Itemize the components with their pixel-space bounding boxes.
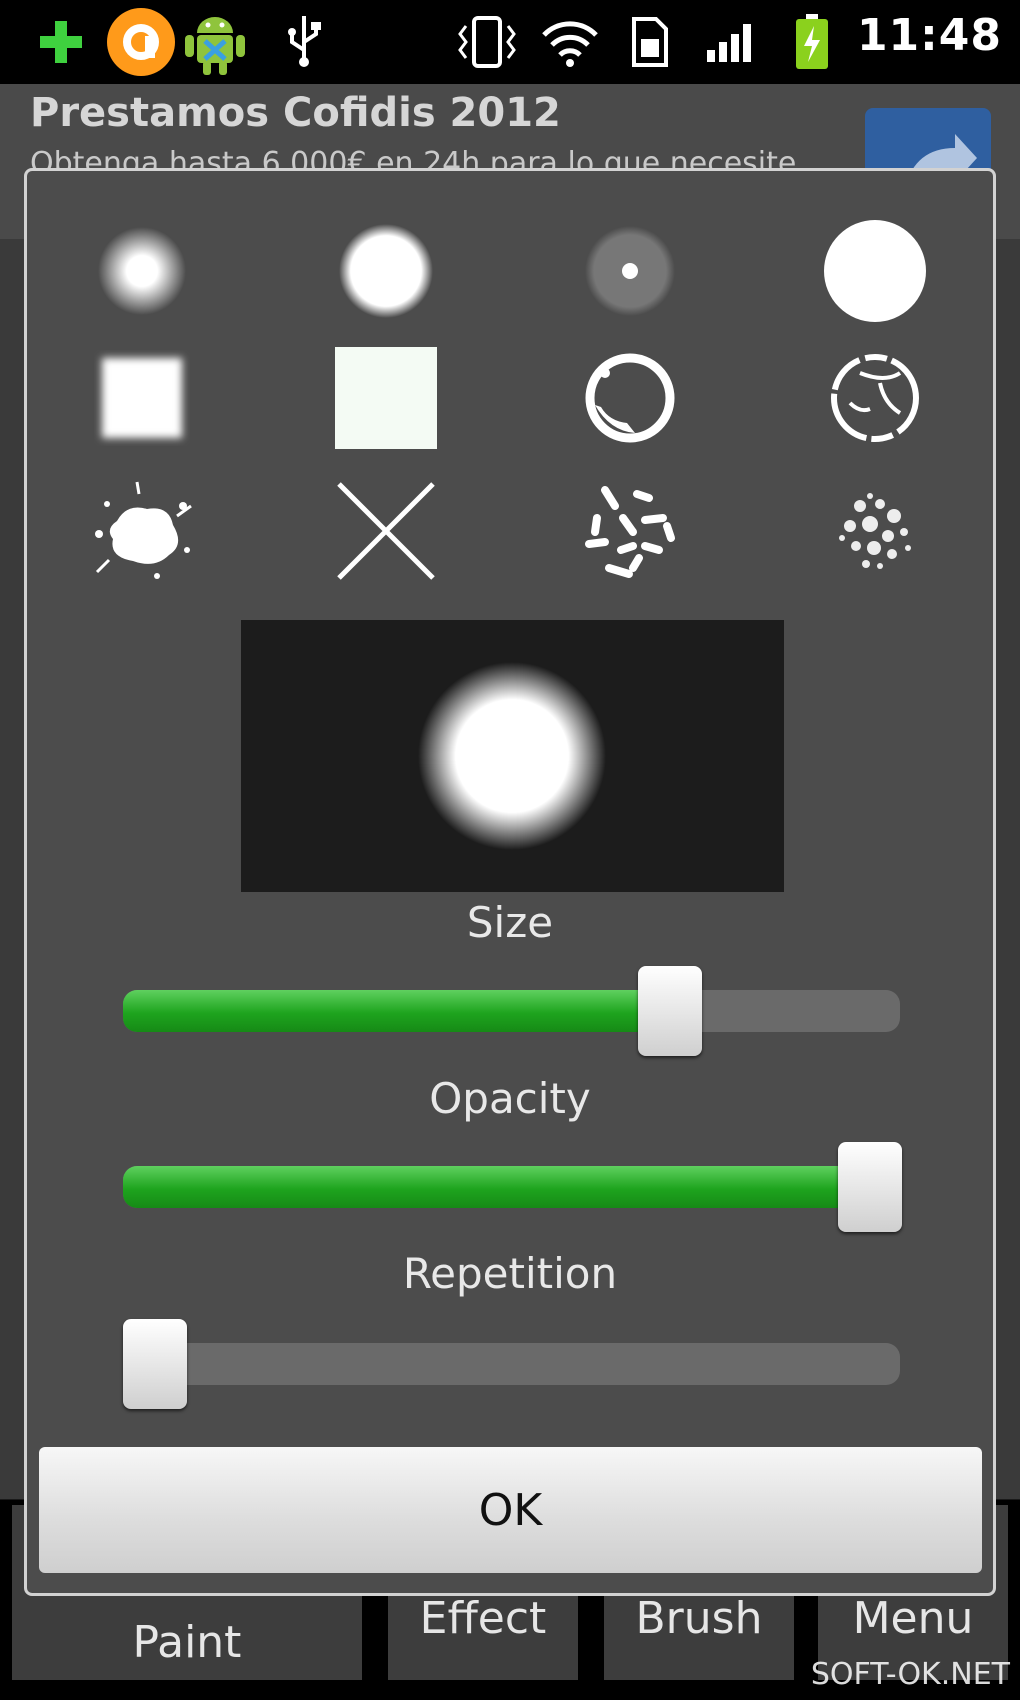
brush-ring-dot[interactable] bbox=[570, 211, 690, 331]
brush-square[interactable] bbox=[326, 338, 446, 458]
watermark: SOFT-OK.NET bbox=[810, 1657, 1010, 1692]
brush-dashes[interactable] bbox=[570, 471, 690, 591]
brush-preview bbox=[241, 620, 784, 892]
soft-square-icon bbox=[102, 358, 182, 438]
status-bar: 11:48 bbox=[0, 0, 1020, 84]
size-slider[interactable] bbox=[123, 966, 900, 1056]
brush-rough-ring[interactable] bbox=[570, 338, 690, 458]
vibrate-icon bbox=[454, 12, 520, 72]
brush-settings-dialog: Size Opacity Repetition OK bbox=[24, 168, 996, 1596]
size-slider-thumb[interactable] bbox=[638, 966, 702, 1056]
clock: 11:48 bbox=[856, 10, 1002, 61]
brush-soft-square[interactable] bbox=[82, 338, 202, 458]
dashes-icon bbox=[585, 486, 675, 578]
add-icon bbox=[36, 12, 86, 72]
round-circle-icon bbox=[339, 224, 433, 318]
brush-hard-circle[interactable] bbox=[815, 211, 935, 331]
signal-icon bbox=[704, 12, 758, 72]
brush-splatter[interactable] bbox=[82, 471, 202, 591]
size-label: Size bbox=[466, 898, 554, 947]
opacity-slider-thumb[interactable] bbox=[838, 1142, 902, 1232]
cracked-ring-icon bbox=[831, 354, 919, 442]
sim-icon bbox=[630, 12, 670, 72]
repetition-slider-thumb[interactable] bbox=[123, 1319, 187, 1409]
splatter-icon bbox=[95, 481, 192, 579]
opacity-slider[interactable] bbox=[123, 1142, 902, 1232]
ad-title[interactable]: Prestamos Cofidis 2012 bbox=[30, 90, 561, 136]
soft-circle-icon bbox=[98, 227, 186, 315]
brush-soft-small[interactable] bbox=[82, 211, 202, 331]
brush-cross[interactable] bbox=[326, 471, 446, 591]
opacity-label: Opacity bbox=[429, 1074, 591, 1123]
repetition-slider[interactable] bbox=[123, 1319, 900, 1409]
battery-charging-icon bbox=[792, 12, 832, 72]
ring-dot-icon bbox=[585, 226, 675, 316]
preview-brush-dot bbox=[418, 662, 606, 850]
hard-circle-icon bbox=[824, 220, 926, 322]
brush-cracked-ring[interactable] bbox=[815, 338, 935, 458]
speckle-icon bbox=[839, 493, 911, 569]
repetition-label: Repetition bbox=[402, 1249, 618, 1298]
rough-ring-icon bbox=[585, 353, 675, 443]
opacity-slider-fill bbox=[123, 1166, 870, 1208]
app-circle-icon bbox=[104, 8, 178, 76]
brush-round[interactable] bbox=[326, 211, 446, 331]
brush-speckle[interactable] bbox=[815, 471, 935, 591]
square-icon bbox=[335, 347, 437, 449]
android-icon bbox=[182, 12, 248, 75]
wifi-icon bbox=[540, 12, 600, 72]
usb-icon bbox=[282, 12, 326, 72]
ok-button[interactable]: OK bbox=[39, 1447, 982, 1573]
cross-icon bbox=[337, 482, 435, 580]
size-slider-fill bbox=[123, 990, 670, 1032]
